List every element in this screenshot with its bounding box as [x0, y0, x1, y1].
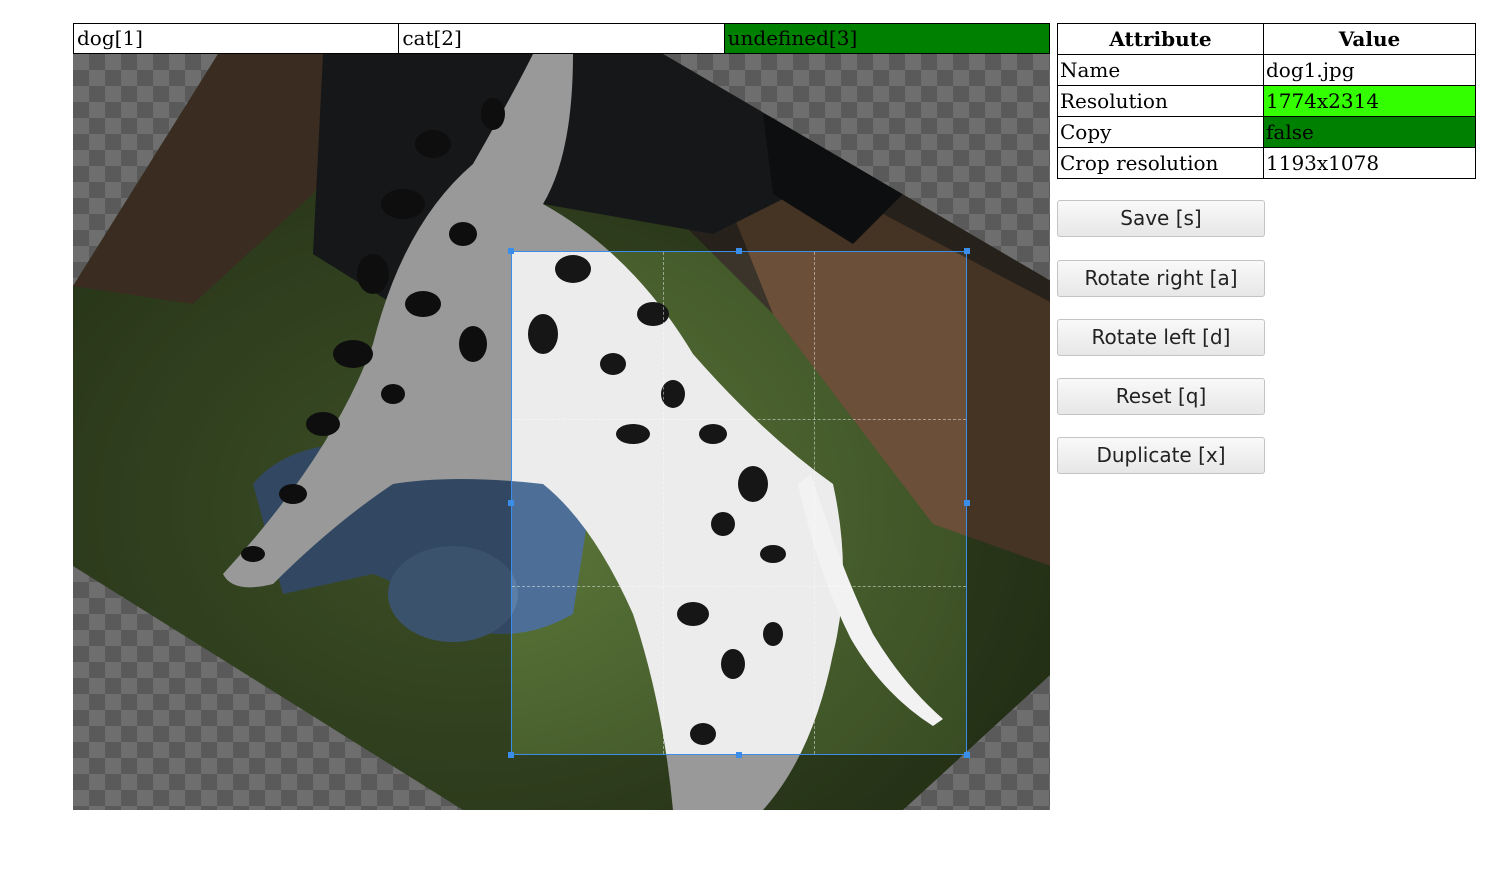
crop-grid-line: [512, 586, 966, 588]
tab-undefined[interactable]: undefined[3]: [724, 24, 1049, 53]
crop-grid-line: [663, 252, 665, 754]
crop-handle-sw[interactable]: [508, 752, 514, 758]
attr-crop-resolution-key: Crop resolution: [1057, 147, 1264, 179]
crop-handle-nw[interactable]: [508, 248, 514, 254]
value-header: Value: [1263, 23, 1476, 55]
crop-grid-line: [512, 419, 966, 421]
attr-copy-value: false: [1263, 116, 1476, 148]
image-canvas[interactable]: [73, 54, 1050, 810]
attr-name-value: dog1.jpg: [1263, 54, 1476, 86]
attr-copy-key: Copy: [1057, 116, 1264, 148]
crop-box[interactable]: [508, 248, 970, 758]
table-row: Crop resolution 1193x1078: [1057, 147, 1476, 179]
table-header-row: Attribute Value: [1057, 23, 1476, 55]
crop-grid-line: [814, 252, 816, 754]
crop-handle-se[interactable]: [964, 752, 970, 758]
crop-handle-e[interactable]: [964, 500, 970, 506]
save-button[interactable]: Save [s]: [1057, 200, 1265, 237]
crop-handle-w[interactable]: [508, 500, 514, 506]
crop-handle-n[interactable]: [736, 248, 742, 254]
reset-button[interactable]: Reset [q]: [1057, 378, 1265, 415]
attribute-table: Attribute Value Name dog1.jpg Resolution…: [1057, 23, 1476, 179]
attr-resolution-key: Resolution: [1057, 85, 1264, 117]
rotate-right-button[interactable]: Rotate right [a]: [1057, 260, 1265, 297]
attr-resolution-value: 1774x2314: [1263, 85, 1476, 117]
rotate-left-button[interactable]: Rotate left [d]: [1057, 319, 1265, 356]
attribute-header: Attribute: [1057, 23, 1264, 55]
crop-handle-s[interactable]: [736, 752, 742, 758]
tab-cat[interactable]: cat[2]: [399, 24, 725, 53]
attr-name-key: Name: [1057, 54, 1264, 86]
attr-crop-resolution-value: 1193x1078: [1263, 147, 1476, 179]
crop-handle-ne[interactable]: [964, 248, 970, 254]
table-row: Name dog1.jpg: [1057, 54, 1476, 86]
table-row: Resolution 1774x2314: [1057, 85, 1476, 117]
duplicate-button[interactable]: Duplicate [x]: [1057, 437, 1265, 474]
label-tab-bar: dog[1] cat[2] undefined[3]: [73, 23, 1050, 54]
tab-dog[interactable]: dog[1]: [74, 24, 400, 53]
table-row: Copy false: [1057, 116, 1476, 148]
